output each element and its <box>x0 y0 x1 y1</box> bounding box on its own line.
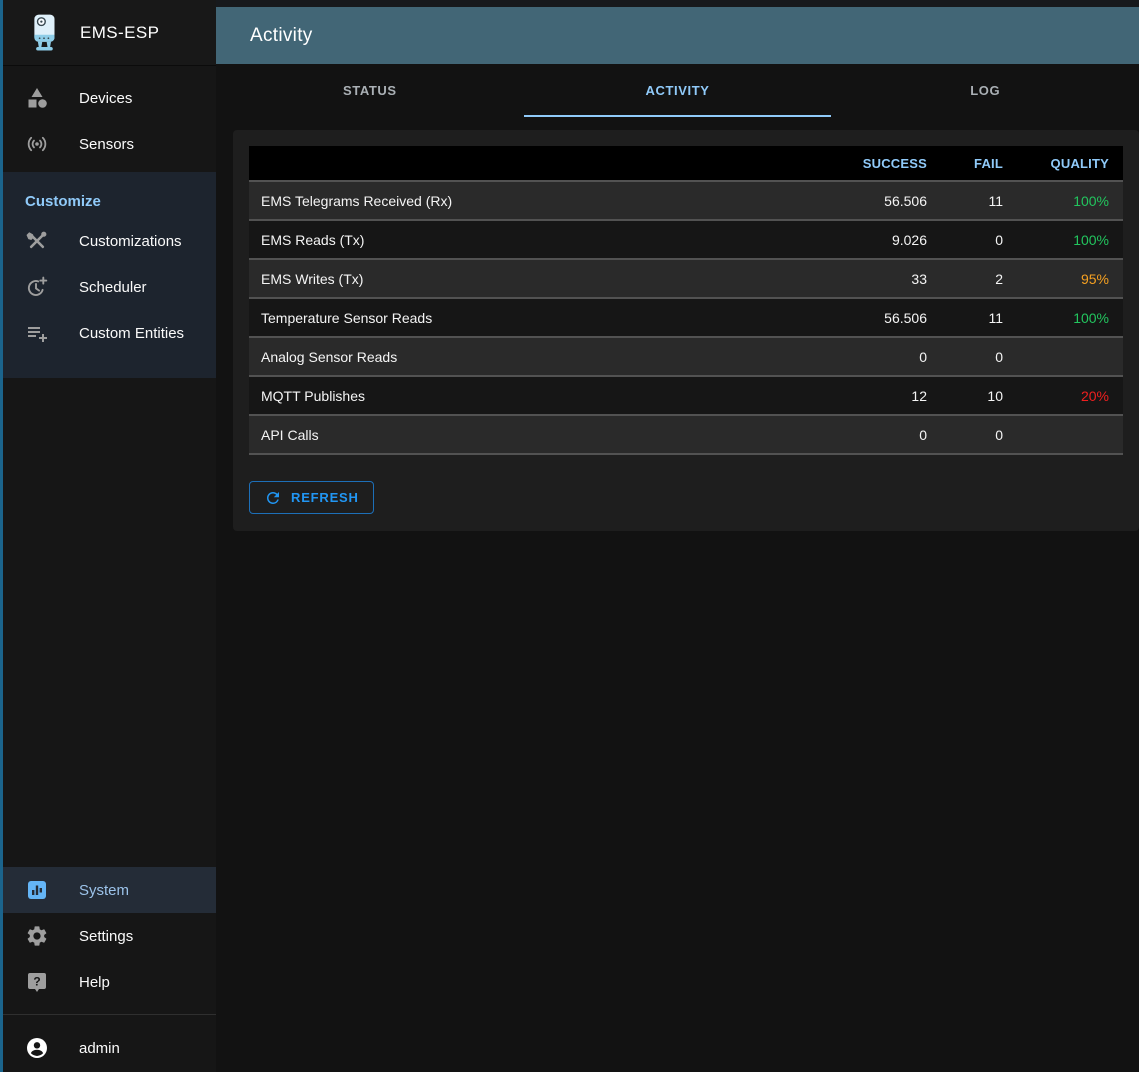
stat-fail: 0 <box>927 415 1003 454</box>
customize-section-title: Customize <box>3 184 216 218</box>
tab-label: ACTIVITY <box>645 83 709 98</box>
sidebar-item-system[interactable]: System <box>3 867 216 913</box>
tab-activity[interactable]: ACTIVITY <box>524 64 832 117</box>
stat-quality <box>1003 415 1123 454</box>
stat-success: 56.506 <box>787 181 927 220</box>
gear-icon <box>25 924 49 948</box>
stat-quality: 100% <box>1003 298 1123 337</box>
boiler-logo-icon <box>23 10 65 56</box>
stat-label: Temperature Sensor Reads <box>249 298 787 337</box>
refresh-icon <box>264 489 282 507</box>
stat-label: EMS Writes (Tx) <box>249 259 787 298</box>
tab-status[interactable]: STATUS <box>216 64 524 117</box>
stat-fail: 0 <box>927 337 1003 376</box>
page-title: Activity <box>250 25 313 47</box>
brand-title: EMS-ESP <box>80 23 159 43</box>
sidebar-item-label: Sensors <box>79 136 134 153</box>
sensors-icon <box>25 132 49 156</box>
sidebar-item-help[interactable]: ? Help <box>3 959 216 1005</box>
stat-fail: 11 <box>927 298 1003 337</box>
sidebar-item-label: System <box>79 882 129 899</box>
sidebar-item-label: Settings <box>79 928 133 945</box>
brand: EMS-ESP <box>3 0 216 66</box>
sidebar-item-sensors[interactable]: Sensors <box>3 121 216 167</box>
tab-label: LOG <box>970 83 1000 98</box>
stat-quality: 95% <box>1003 259 1123 298</box>
more-time-icon <box>25 275 49 299</box>
sidebar-spacer <box>3 378 216 867</box>
col-quality: QUALITY <box>1003 146 1123 181</box>
stat-success: 33 <box>787 259 927 298</box>
col-fail: FAIL <box>927 146 1003 181</box>
stat-quality <box>1003 337 1123 376</box>
stat-label: EMS Telegrams Received (Rx) <box>249 181 787 220</box>
sidebar-top-group: Devices Sensors <box>3 66 216 167</box>
sidebar-item-user[interactable]: admin <box>3 1024 216 1072</box>
sidebar-item-devices[interactable]: Devices <box>3 75 216 121</box>
tab-log[interactable]: LOG <box>831 64 1139 117</box>
sidebar-item-customizations[interactable]: Customizations <box>3 218 216 264</box>
table-row: MQTT Publishes 12 10 20% <box>249 376 1123 415</box>
sidebar-item-label: Devices <box>79 90 132 107</box>
sidebar-item-scheduler[interactable]: Scheduler <box>3 264 216 310</box>
sidebar-divider <box>3 1014 216 1015</box>
category-icon <box>25 86 49 110</box>
window-top-strip <box>216 0 1139 7</box>
stat-quality: 100% <box>1003 220 1123 259</box>
main-area: Activity STATUS ACTIVITY LOG SUCCESS FAI… <box>216 0 1139 1072</box>
tab-indicator <box>524 115 832 117</box>
stat-fail: 0 <box>927 220 1003 259</box>
sidebar-item-custom-entities[interactable]: Custom Entities <box>3 310 216 356</box>
stat-success: 0 <box>787 337 927 376</box>
sidebar-item-label: Help <box>79 974 110 991</box>
stat-label: MQTT Publishes <box>249 376 787 415</box>
customize-section: Customize Customizations Schedul <box>3 172 216 378</box>
stat-label: API Calls <box>249 415 787 454</box>
construction-icon <box>25 229 49 253</box>
stat-label: Analog Sensor Reads <box>249 337 787 376</box>
tab-bar: STATUS ACTIVITY LOG <box>216 64 1139 117</box>
stat-fail: 11 <box>927 181 1003 220</box>
account-circle-icon <box>25 1036 49 1060</box>
tab-label: STATUS <box>343 83 397 98</box>
stat-label: EMS Reads (Tx) <box>249 220 787 259</box>
table-row: Analog Sensor Reads 0 0 <box>249 337 1123 376</box>
stat-success: 0 <box>787 415 927 454</box>
sidebar: EMS-ESP Devices Sensors Customize <box>3 0 216 1072</box>
help-icon: ? <box>25 970 49 994</box>
table-header-row: SUCCESS FAIL QUALITY <box>249 146 1123 181</box>
appbar: Activity <box>216 7 1139 64</box>
svg-text:?: ? <box>33 975 40 989</box>
sidebar-item-label: Customizations <box>79 233 182 250</box>
refresh-button[interactable]: REFRESH <box>249 481 374 514</box>
sidebar-item-label: Custom Entities <box>79 325 184 342</box>
stat-success: 9.026 <box>787 220 927 259</box>
col-blank <box>249 146 787 181</box>
stat-success: 56.506 <box>787 298 927 337</box>
sidebar-item-label: Scheduler <box>79 279 147 296</box>
stat-success: 12 <box>787 376 927 415</box>
playlist-add-icon <box>25 321 49 345</box>
user-label: admin <box>79 1040 120 1057</box>
table-row: EMS Reads (Tx) 9.026 0 100% <box>249 220 1123 259</box>
table-row: EMS Telegrams Received (Rx) 56.506 11 10… <box>249 181 1123 220</box>
sidebar-bottom-group: System Settings ? Help <box>3 867 216 1005</box>
table-row: API Calls 0 0 <box>249 415 1123 454</box>
col-success: SUCCESS <box>787 146 927 181</box>
table-row: Temperature Sensor Reads 56.506 11 100% <box>249 298 1123 337</box>
stat-fail: 10 <box>927 376 1003 415</box>
stat-quality: 20% <box>1003 376 1123 415</box>
analytics-icon <box>25 878 49 902</box>
sidebar-item-settings[interactable]: Settings <box>3 913 216 959</box>
activity-table: SUCCESS FAIL QUALITY EMS Telegrams Recei… <box>249 146 1123 455</box>
stat-fail: 2 <box>927 259 1003 298</box>
stat-quality: 100% <box>1003 181 1123 220</box>
refresh-button-label: REFRESH <box>291 490 359 505</box>
activity-card: SUCCESS FAIL QUALITY EMS Telegrams Recei… <box>233 130 1139 531</box>
table-row: EMS Writes (Tx) 33 2 95% <box>249 259 1123 298</box>
